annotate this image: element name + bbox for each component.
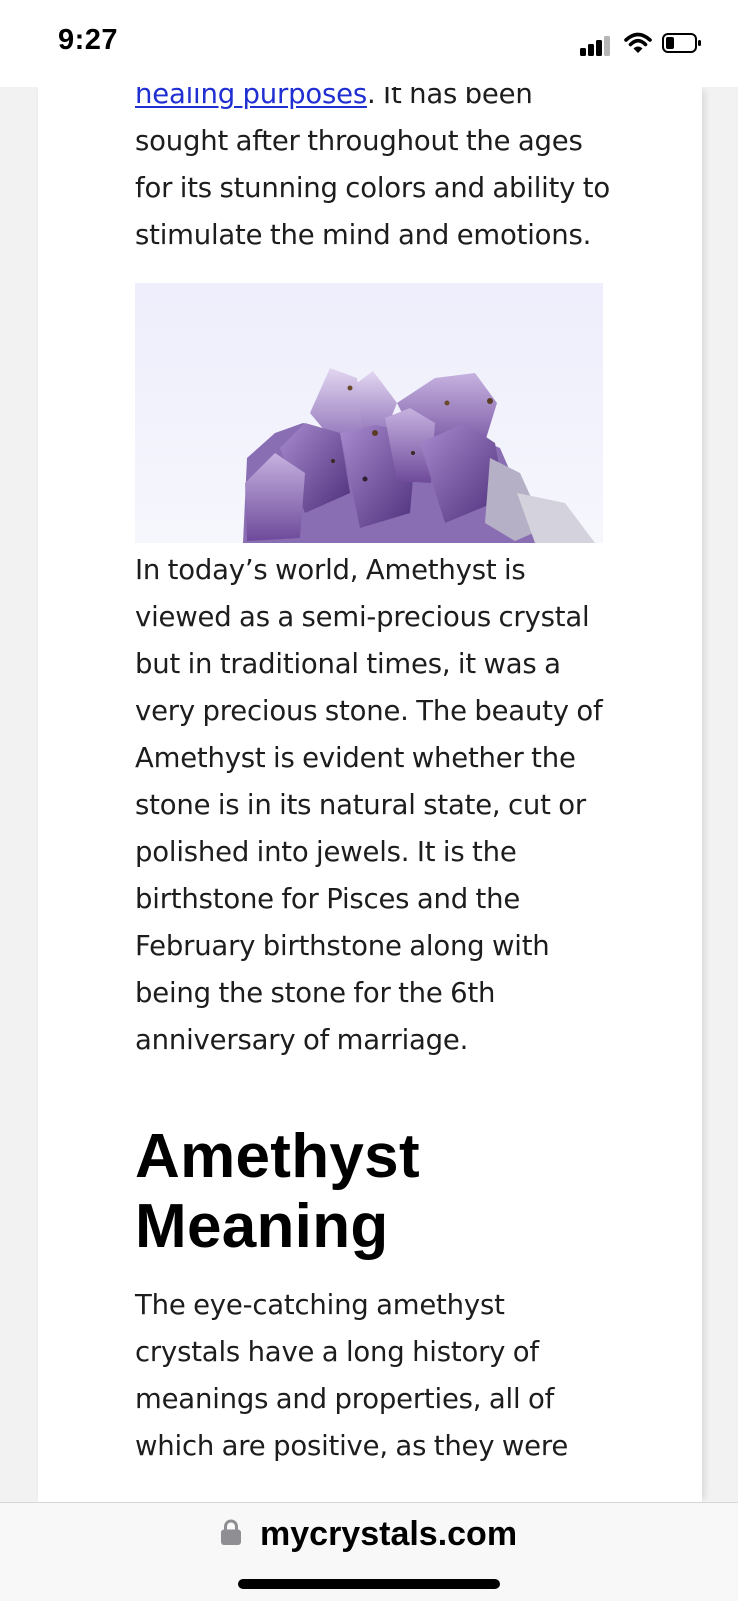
article-page: healing purposes. It has been sought aft… [38, 87, 702, 1502]
semi-precious-paragraph: In today’s world, Amethyst is viewed as … [135, 554, 603, 1056]
intro-paragraph: healing purposes. It has been sought aft… [135, 87, 615, 259]
url-row[interactable]: mycrystals.com [0, 1515, 738, 1554]
lock-icon [220, 1519, 241, 1545]
section-heading: Amethyst Meaning [135, 1122, 420, 1261]
article-content: healing purposes. It has been sought aft… [135, 87, 615, 1470]
status-time: 9:27 [58, 24, 119, 56]
battery-icon [662, 33, 702, 53]
status-bar: 9:27 [0, 0, 738, 87]
wifi-icon [624, 32, 652, 54]
url-text[interactable]: mycrystals.com [260, 1515, 517, 1554]
crystal-image [135, 283, 603, 543]
home-indicator[interactable] [238, 1579, 500, 1589]
intro-paragraph-text: . It has been sought after throughout th… [135, 87, 611, 251]
browser-address-bar[interactable]: mycrystals.com [0, 1502, 738, 1601]
healing-purposes-link[interactable]: healing purposes [135, 87, 367, 110]
signal-icon [580, 34, 614, 56]
meaning-paragraph: The eye-catching amethyst crystals have … [135, 1289, 569, 1462]
